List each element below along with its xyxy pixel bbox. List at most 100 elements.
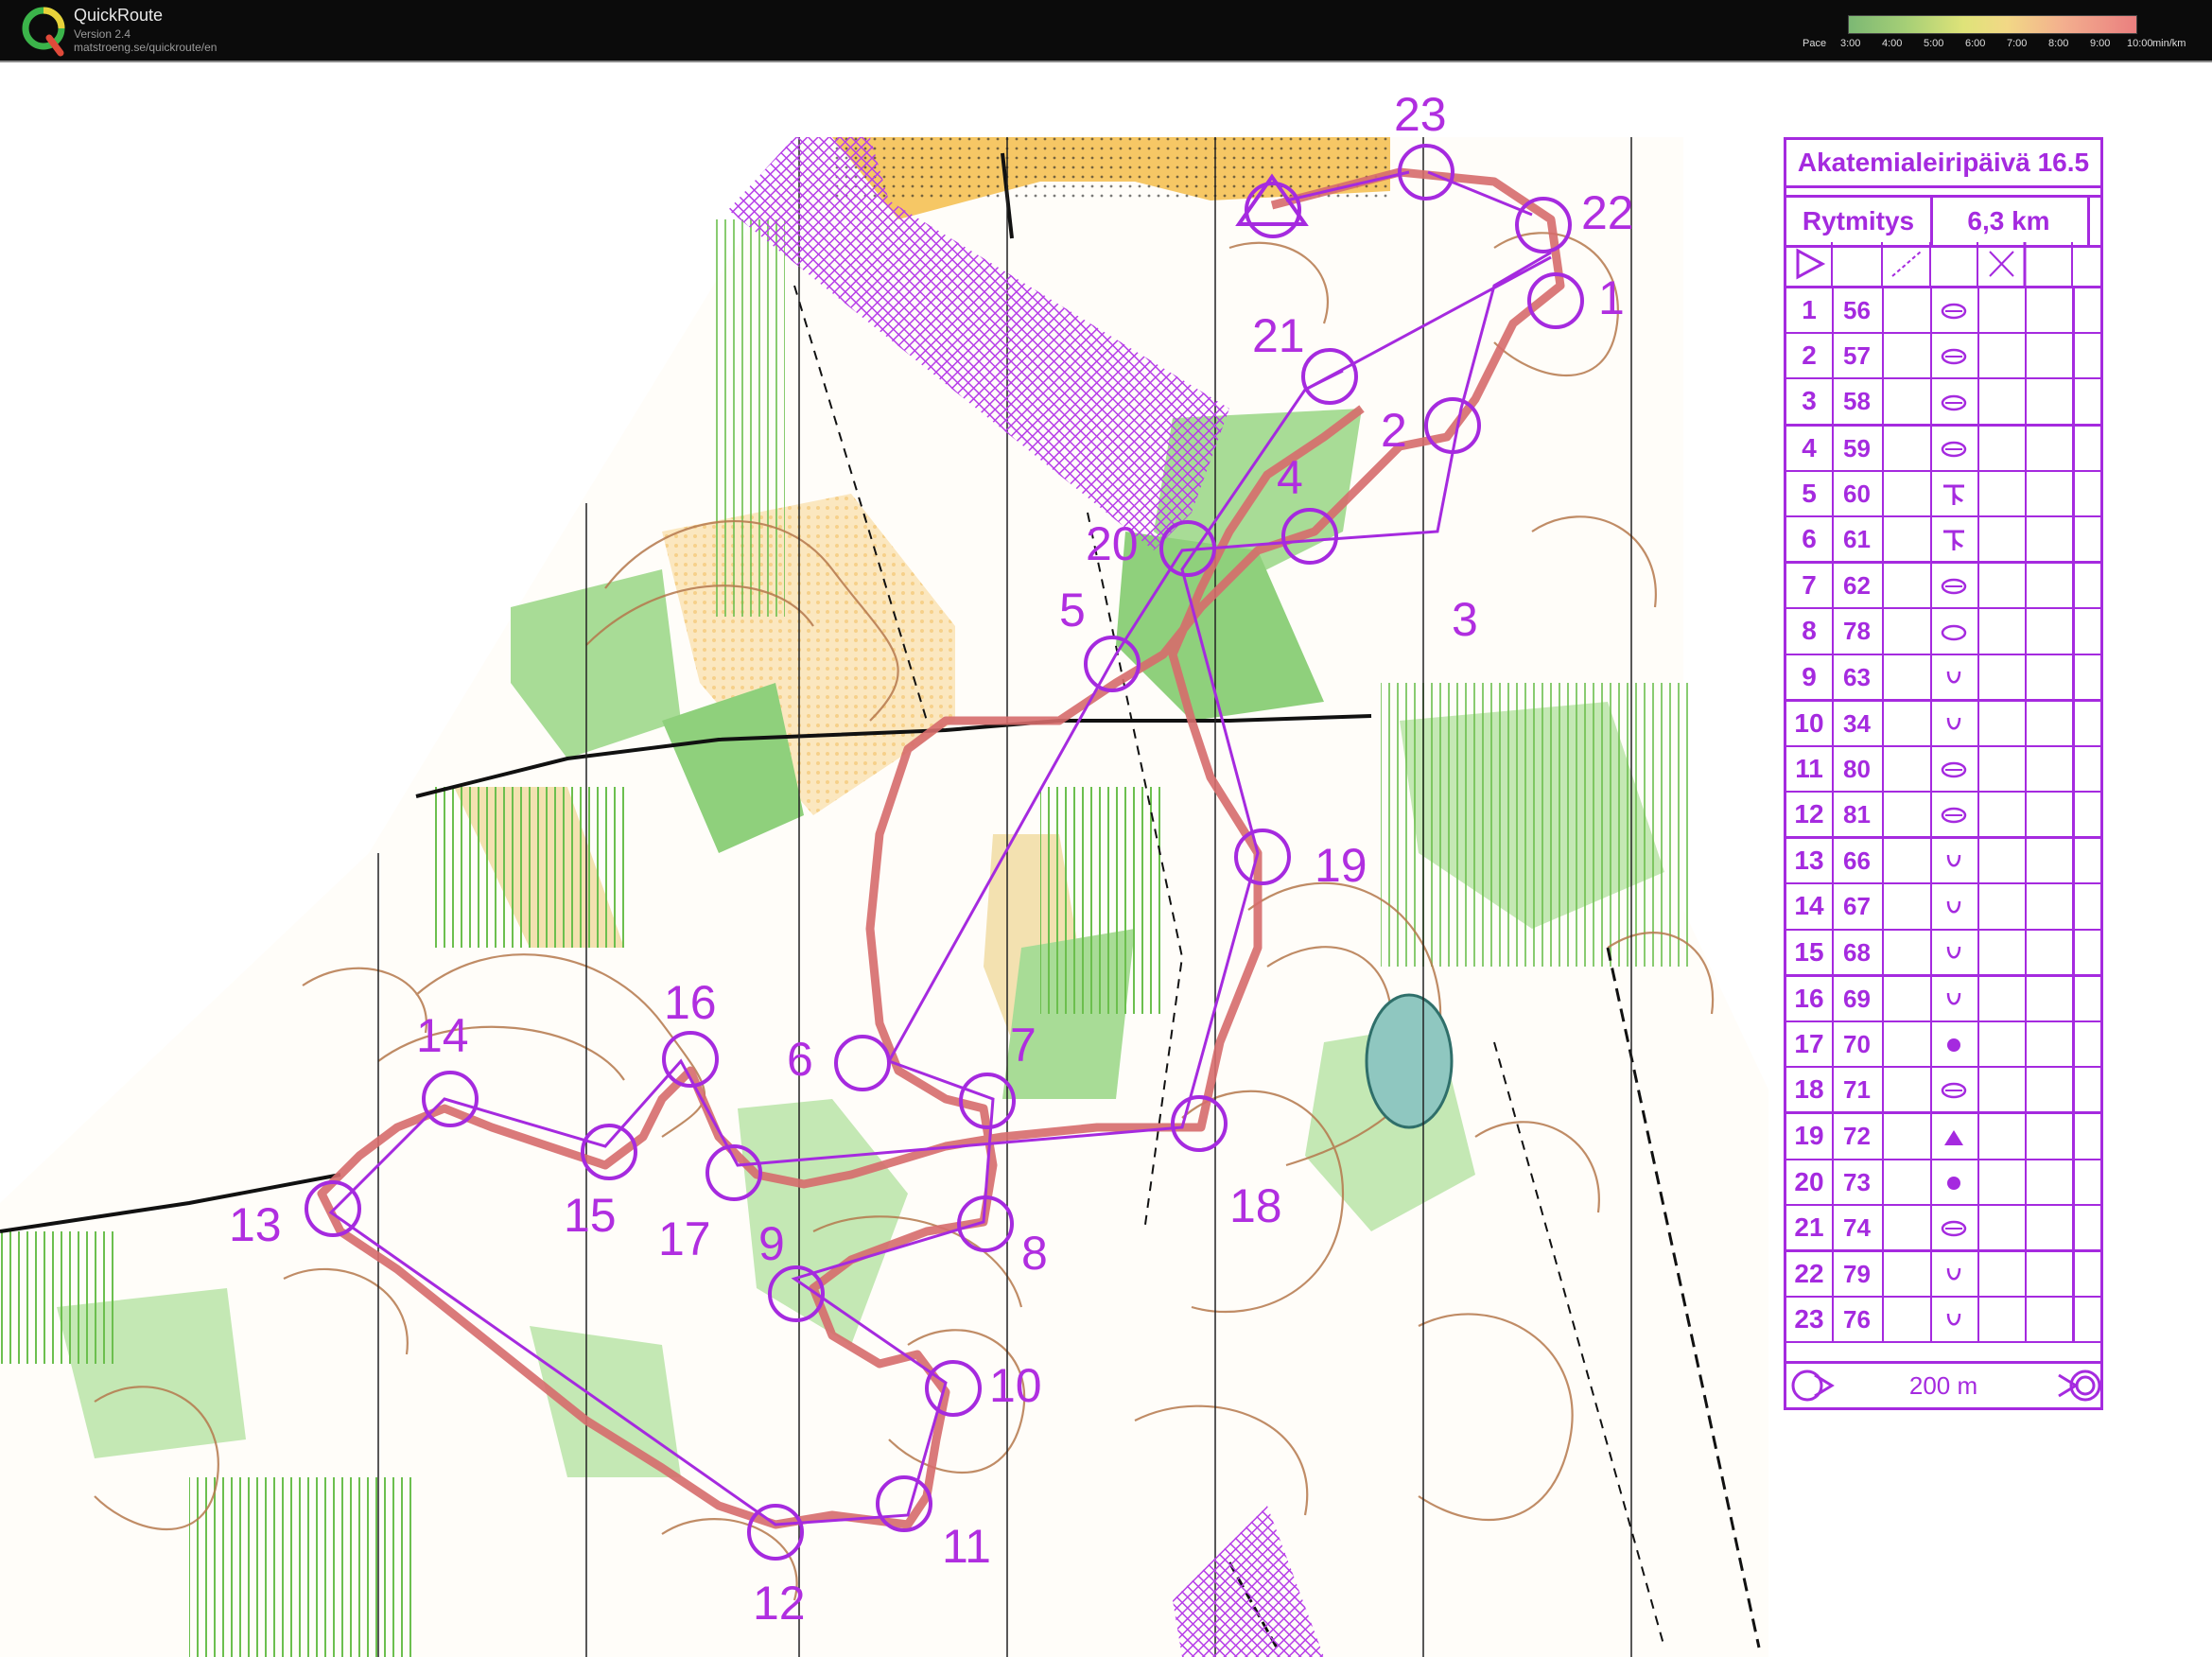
control-label: 4 (1277, 451, 1303, 504)
pace-tick: 10:00 (2127, 38, 2153, 49)
event-title: Akatemialeiripäivä 16.5 (1786, 140, 2100, 188)
pace-tick: 9:00 (2090, 38, 2111, 49)
pit-icon (1930, 839, 1979, 883)
course-header: Rytmitys 6,3 km (1786, 195, 2100, 248)
blank-cell (2025, 471, 2075, 515)
blank-cell (2025, 1160, 2075, 1204)
control-row: 7 62 (1786, 564, 2102, 610)
control-code: 58 (1832, 379, 1884, 424)
control-code: 59 (1832, 426, 1884, 470)
blank-cell (2072, 1068, 2102, 1112)
app-title: QuickRoute (74, 6, 164, 25)
control-label: 8 (1021, 1227, 1048, 1280)
control-code: 78 (1832, 609, 1884, 654)
control-row: 22 79 (1786, 1251, 2102, 1299)
rock-icon (1930, 1114, 1979, 1159)
control-label: 17 (658, 1212, 711, 1265)
blank-cell (1882, 839, 1932, 883)
control-label: 10 (989, 1359, 1042, 1412)
blank-cell (2072, 839, 2102, 883)
blank-cell (1977, 1205, 2027, 1249)
depression-icon (1930, 793, 1979, 837)
control-row: 5 60 (1786, 471, 2102, 517)
control-label: 1 (1598, 271, 1625, 324)
control-row: 6 61 (1786, 516, 2102, 565)
control-code: 34 (1832, 701, 1884, 745)
blank-cell (2025, 884, 2075, 929)
control-label: 6 (787, 1033, 813, 1086)
control-code: 72 (1832, 1114, 1884, 1159)
blank-cell (1977, 839, 2027, 883)
control-label: 18 (1229, 1179, 1282, 1232)
pit-icon (1930, 976, 1979, 1020)
control-row: 2 57 (1786, 334, 2102, 380)
boulder-icon (1930, 1160, 1979, 1204)
blank-cell (2025, 1114, 2075, 1159)
blank-cell (1977, 884, 2027, 929)
blank-cell (2072, 516, 2102, 562)
blank-cell (1977, 288, 2027, 333)
control-number: 21 (1786, 1205, 1834, 1249)
blank-cell (2025, 609, 2075, 654)
blank-cell (1977, 1114, 2027, 1159)
finish-distance: 200 m (1908, 1371, 1978, 1400)
control-number: 14 (1786, 884, 1834, 929)
pace-tick: 7:00 (2007, 38, 2028, 49)
control-number: 22 (1786, 1251, 1834, 1297)
control-rows: 1 56 2 57 3 58 4 59 5 60 6 61 7 62 8 78 9 63 10 34 11 80 12 81 1… (1786, 288, 2102, 1344)
quickroute-logo-icon (22, 7, 65, 57)
blank-cell (1882, 379, 1932, 424)
blank-cell (1882, 1160, 1932, 1204)
control-code: 66 (1832, 839, 1884, 883)
blank-cell (1977, 976, 2027, 1020)
start-row (1786, 242, 2100, 288)
pace-label: Pace (1803, 38, 1827, 49)
control-code: 71 (1832, 1068, 1884, 1112)
control-number: 5 (1786, 471, 1834, 515)
control-row: 9 63 (1786, 654, 2102, 702)
pit-icon (1930, 930, 1979, 974)
blank-cell (2072, 1022, 2102, 1067)
control-label: 5 (1059, 584, 1086, 637)
control-code: 61 (1832, 516, 1884, 562)
blank-cell (1977, 379, 2027, 424)
blank-cell (1882, 288, 1932, 333)
blank-cell (1977, 930, 2027, 974)
blank-cell (1977, 471, 2027, 515)
control-code: 80 (1832, 746, 1884, 792)
pit-icon (1930, 1298, 1979, 1342)
control-label: 11 (942, 1520, 991, 1573)
control-row: 18 71 (1786, 1068, 2102, 1115)
blank-cell (1882, 1068, 1932, 1112)
control-row: 4 59 (1786, 426, 2102, 472)
app-url[interactable]: matstroeng.se/quickroute/en (74, 41, 217, 54)
blank-cell (1977, 1251, 2027, 1297)
control-label: 14 (416, 1009, 469, 1062)
pit-icon (1930, 701, 1979, 745)
control-row: 23 76 (1786, 1298, 2102, 1344)
blank-cell (1977, 334, 2027, 378)
map-canvas[interactable]: 1 2 3 4 5 6 7 8 9 10 11 12 13 14 15 16 1… (0, 61, 2212, 1657)
blank-cell (2025, 976, 2075, 1020)
control-code: 60 (1832, 471, 1884, 515)
pit-icon (1930, 1251, 1979, 1297)
blank-cell (1977, 654, 2027, 699)
blank-cell (1882, 1022, 1932, 1067)
blank-cell (2072, 334, 2102, 378)
control-row: 13 66 (1786, 839, 2102, 885)
blank-cell (2025, 701, 2075, 745)
control-number: 8 (1786, 609, 1834, 654)
boulder-icon (1930, 1022, 1979, 1067)
control-label: 23 (1394, 88, 1447, 141)
control-row: 1 56 (1786, 288, 2102, 335)
control-number: 3 (1786, 379, 1834, 424)
blank-cell (2025, 516, 2075, 562)
finish-row: 200 m (1786, 1361, 2100, 1407)
control-number: 16 (1786, 976, 1834, 1020)
control-row: 21 74 (1786, 1205, 2102, 1252)
control-code: 79 (1832, 1251, 1884, 1297)
course-length: 6,3 km (1930, 198, 2090, 245)
pace-tick: 3:00 (1840, 38, 1861, 49)
blank-cell (1977, 516, 2027, 562)
blank-cell (1882, 1114, 1932, 1159)
